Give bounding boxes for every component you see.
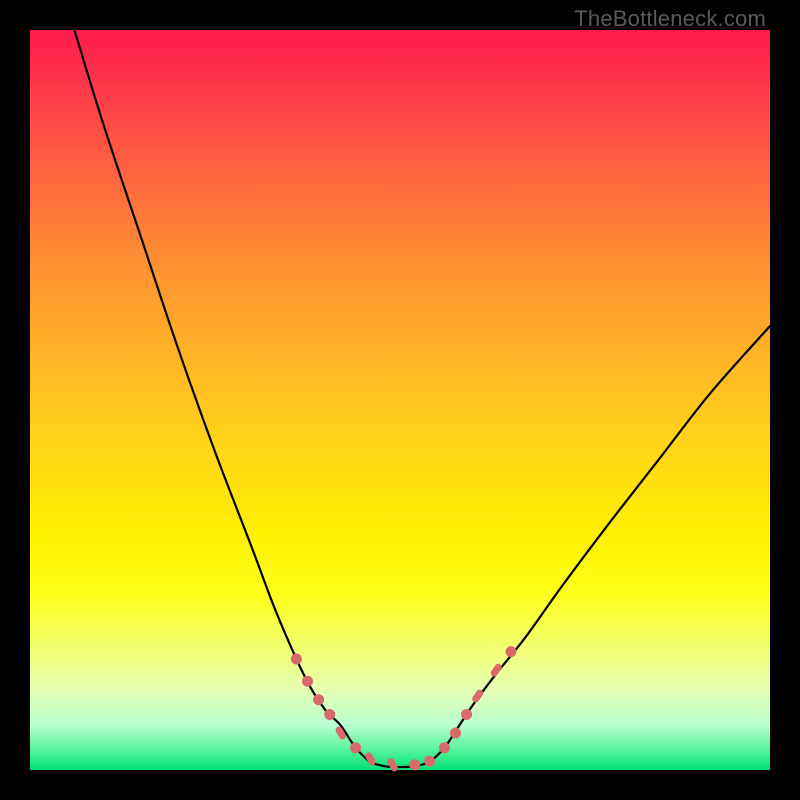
data-marker [409,759,420,770]
chart-plot-area [30,30,770,770]
data-marker [461,709,472,720]
data-marker [439,742,450,753]
data-marker [350,742,361,753]
data-marker [386,757,399,773]
data-marker [489,662,503,677]
data-marker [324,709,335,720]
data-marker [302,676,313,687]
watermark-text: TheBottleneck.com [574,6,766,32]
data-marker [506,646,517,657]
data-marker [291,654,302,665]
data-marker [450,728,461,739]
data-marker [313,694,324,705]
data-marker [424,756,435,767]
curve-left-branch [74,30,370,763]
curve-valley-floor [370,763,429,767]
chart-svg [30,30,770,770]
